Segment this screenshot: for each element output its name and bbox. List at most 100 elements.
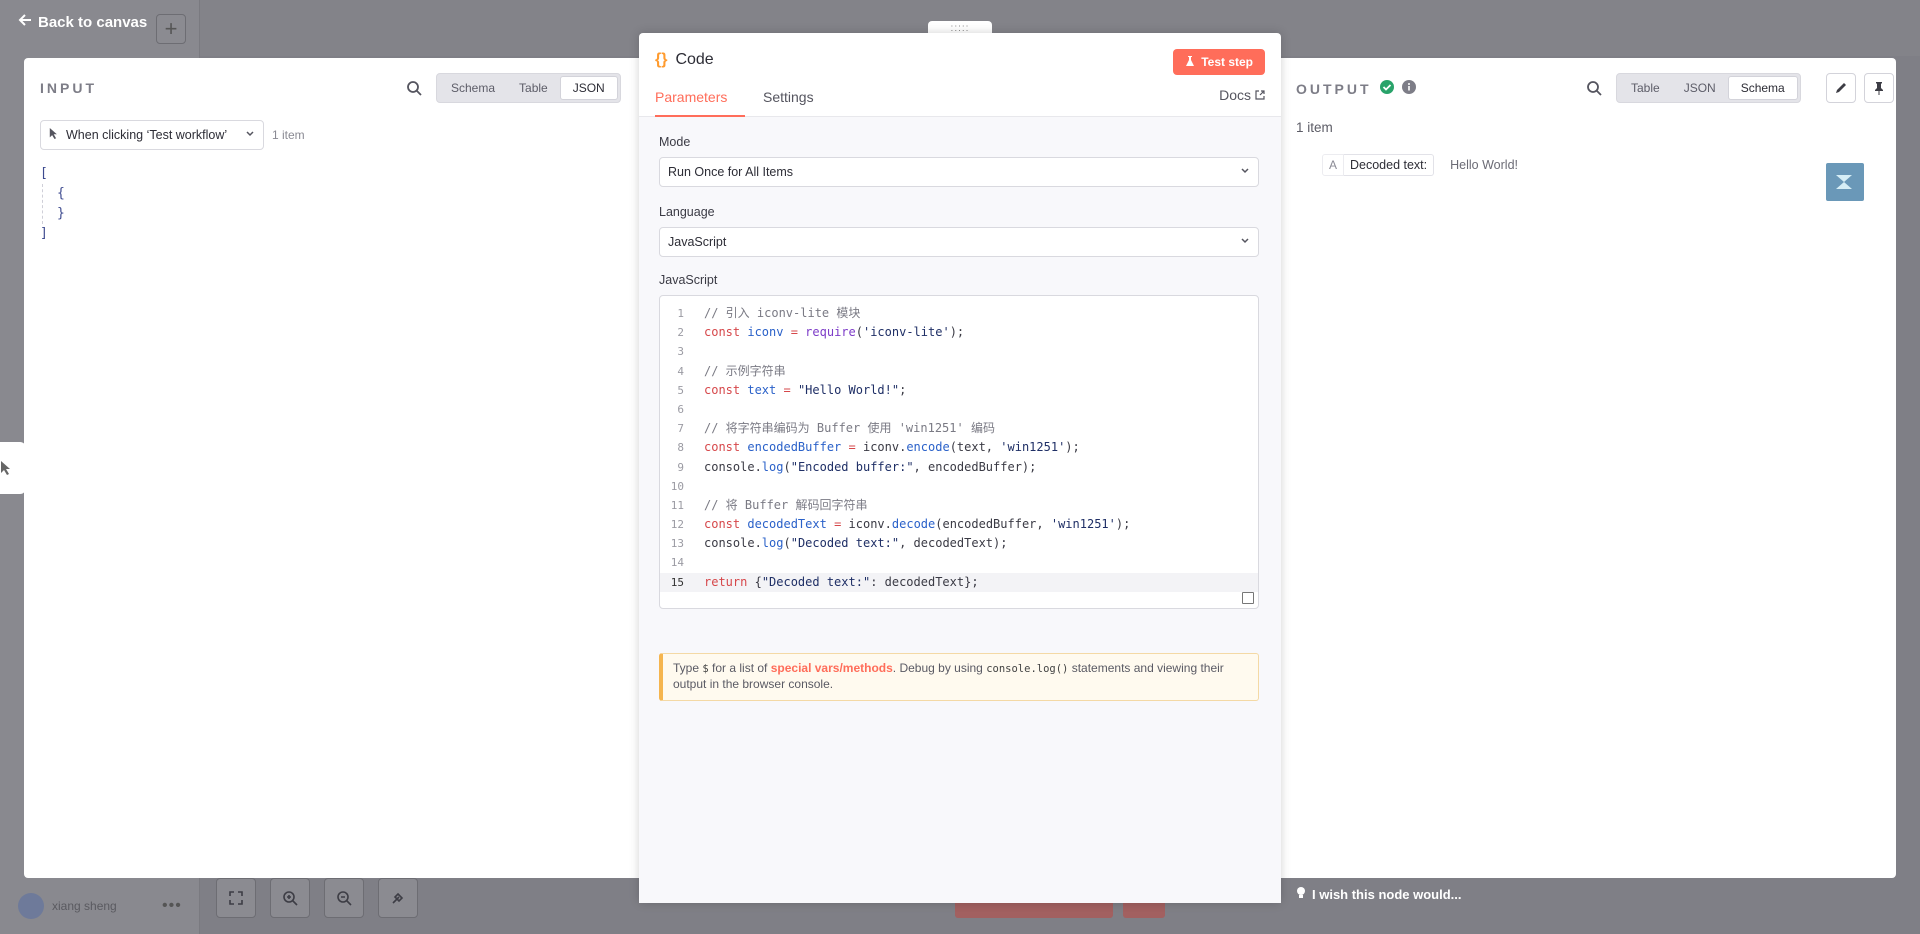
output-panel: OUTPUT Table JSON Schema 1 item A Decode… — [1280, 58, 1896, 878]
more-options-icon[interactable]: ••• — [162, 897, 182, 915]
tab-table[interactable]: Table — [1619, 76, 1672, 100]
code-line[interactable]: 12 const decodedText = iconv.decode(encod… — [660, 515, 1258, 534]
code-line[interactable]: 14 — [660, 553, 1258, 572]
code-line[interactable]: 10 — [660, 477, 1258, 496]
input-panel: INPUT Schema Table JSON When clicking ‘T… — [24, 58, 640, 878]
code-text: const decodedText = iconv.decode(encoded… — [704, 517, 1131, 532]
tab-settings[interactable]: Settings — [763, 87, 814, 117]
code-text: // 引入 iconv-lite 模块 — [704, 306, 861, 320]
code-text: console.log("Encoded buffer:", encodedBu… — [704, 459, 1037, 474]
language-select[interactable]: JavaScript — [659, 227, 1259, 257]
zoom-out-icon — [337, 891, 352, 906]
code-line[interactable]: 15 return {"Decoded text:": decodedText}; — [660, 572, 1258, 592]
hint-text: for a list of — [708, 661, 771, 675]
edit-output-button[interactable] — [1826, 73, 1856, 103]
feedback-link[interactable]: I wish this node would... — [1296, 886, 1462, 903]
input-node-select[interactable]: When clicking ‘Test workflow’ — [40, 120, 264, 150]
code-line[interactable]: 3 — [660, 342, 1258, 361]
tab-json[interactable]: JSON — [559, 76, 618, 100]
fit-view-icon — [229, 891, 243, 905]
schema-field-value: Hello World! — [1450, 158, 1518, 172]
broom-icon — [392, 892, 404, 904]
assistant-logo-icon — [1836, 175, 1852, 189]
pin-output-button[interactable] — [1864, 73, 1894, 103]
back-to-canvas-link[interactable]: Back to canvas — [18, 12, 147, 32]
output-view-toggle: Table JSON Schema — [1616, 73, 1801, 103]
line-number: 8 — [677, 441, 684, 455]
language-value: JavaScript — [668, 235, 727, 249]
tab-parameters-label: Parameters — [655, 89, 728, 105]
code-line[interactable]: 2 const iconv = require('iconv-lite'); — [660, 323, 1258, 342]
line-number: 3 — [677, 345, 684, 359]
line-number: 14 — [670, 556, 684, 570]
line-number: 1 — [677, 307, 684, 320]
json-brace: } — [57, 206, 65, 221]
info-icon[interactable] — [1401, 80, 1416, 97]
test-step-button[interactable]: Test step — [1173, 49, 1265, 75]
node-header: {} Code — [655, 51, 714, 69]
output-item-count: 1 item — [1296, 120, 1333, 135]
add-tab-button[interactable]: + — [156, 14, 186, 44]
chevron-down-icon — [1240, 235, 1250, 249]
line-number: 11 — [670, 498, 684, 512]
mode-select[interactable]: Run Once for All Items — [659, 157, 1259, 187]
tab-parameters[interactable]: Parameters — [655, 87, 745, 117]
code-line[interactable]: 9 console.log("Encoded buffer:", encodedB… — [660, 458, 1258, 477]
hint-text: Type — [673, 661, 703, 675]
output-header: OUTPUT — [1296, 80, 1416, 97]
output-title: OUTPUT — [1296, 80, 1372, 97]
tidy-up-button[interactable] — [378, 878, 418, 918]
search-icon[interactable] — [1586, 80, 1602, 96]
chevron-down-icon — [1240, 165, 1250, 179]
cursor-icon — [1, 461, 10, 475]
code-node-dialog: {} Code Test step Parameters Settings Do… — [639, 33, 1281, 903]
zoom-out-button[interactable] — [324, 878, 364, 918]
code-editor[interactable]: 1 // 引入 iconv-lite 模块 2 const iconv = requi… — [659, 295, 1259, 609]
check-circle-icon — [1379, 80, 1394, 97]
pencil-icon — [1836, 83, 1846, 93]
line-number: 9 — [677, 460, 684, 474]
zoom-in-icon — [283, 891, 298, 906]
line-number: 6 — [677, 402, 684, 416]
schema-field-key[interactable]: Decoded text: — [1344, 154, 1435, 176]
input-node-label: When clicking ‘Test workflow’ — [66, 128, 228, 142]
tab-json[interactable]: JSON — [1672, 76, 1728, 100]
search-icon[interactable] — [406, 80, 422, 96]
flask-icon — [1185, 55, 1195, 70]
line-number: 5 — [677, 383, 684, 397]
left-panel-toggle[interactable] — [0, 442, 26, 494]
code-line[interactable]: 1 // 引入 iconv-lite 模块 — [660, 304, 1258, 323]
code-line[interactable]: 4 // 示例字符串 — [660, 362, 1258, 381]
input-item-count: 1 item — [272, 128, 305, 142]
tab-settings-label: Settings — [763, 89, 814, 105]
special-vars-link[interactable]: special vars/methods — [771, 661, 893, 675]
user-name: xiang sheng — [52, 899, 117, 913]
test-step-label: Test step — [1201, 55, 1253, 69]
code-line[interactable]: 13 console.log("Decoded text:", decodedTe… — [660, 534, 1258, 553]
json-brace: { — [57, 186, 65, 201]
tab-schema[interactable]: Schema — [1727, 76, 1798, 100]
code-line[interactable]: 8 const encodedBuffer = iconv.encode(text… — [660, 438, 1258, 457]
code-braces-icon: {} — [655, 51, 668, 68]
external-link-icon — [1255, 87, 1265, 103]
zoom-in-button[interactable] — [270, 878, 310, 918]
code-line[interactable]: 5 const text = "Hello World!"; — [660, 381, 1258, 400]
code-line[interactable]: 11 // 将 Buffer 解码回字符串 — [660, 496, 1258, 515]
parameters-form: Mode Run Once for All Items Language Jav… — [639, 117, 1281, 903]
tab-schema[interactable]: Schema — [439, 76, 507, 100]
docs-link[interactable]: Docs — [1219, 87, 1265, 103]
code-line[interactable]: 7 // 将字符串编码为 Buffer 使用 'win1251' 编码 — [660, 419, 1258, 438]
hint-code: console.log() — [986, 663, 1069, 675]
node-title[interactable]: Code — [675, 51, 713, 69]
code-line[interactable]: 6 — [660, 400, 1258, 419]
assistant-thumbnail[interactable] — [1826, 163, 1864, 201]
line-number: 10 — [670, 479, 684, 493]
input-title: INPUT — [40, 80, 97, 96]
user-menu[interactable]: xiang sheng — [18, 893, 117, 919]
arrow-left-icon — [18, 13, 32, 31]
chevron-down-icon — [245, 128, 255, 142]
tab-table[interactable]: Table — [507, 76, 560, 100]
resize-icon[interactable] — [1242, 592, 1254, 604]
fit-view-button[interactable] — [216, 878, 256, 918]
